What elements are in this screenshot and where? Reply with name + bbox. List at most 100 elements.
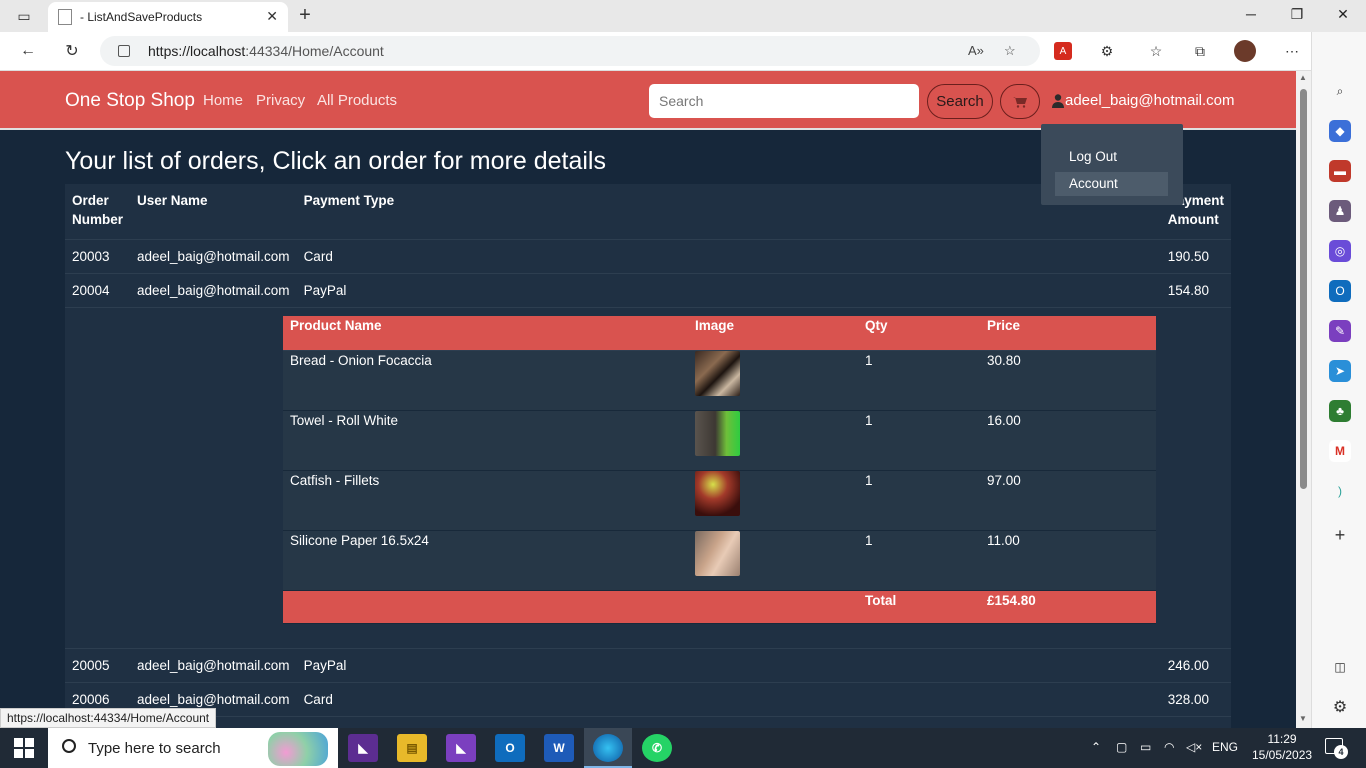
order-row[interactable]: 20003 adeel_baig@hotmail.com Card 190.50 (65, 239, 1231, 274)
scrollbar-thumb[interactable] (1300, 89, 1307, 489)
column-header-payment-type: Payment Type (296, 184, 1161, 240)
add-sidebar-app-icon[interactable]: + (1329, 524, 1351, 546)
pdf-extension-icon[interactable]: A (1052, 40, 1074, 62)
order-row[interactable]: 20007 adeel_baig@hotmail.com PayPal 250.… (65, 716, 1231, 728)
games-icon[interactable]: ♟ (1329, 200, 1351, 222)
input-language[interactable]: ENG (1212, 740, 1238, 754)
order-user: adeel_baig@hotmail.com (130, 273, 297, 308)
order-row[interactable]: 20004 adeel_baig@hotmail.com PayPal 154.… (65, 273, 1231, 308)
order-row[interactable]: 20006 adeel_baig@hotmail.com Card 328.00 (65, 682, 1231, 717)
new-tab-icon[interactable]: + (293, 4, 317, 27)
search-button[interactable]: Search (927, 84, 993, 119)
extension-app-icon[interactable]: ) (1329, 480, 1351, 502)
visual-studio-icon[interactable]: ◣ (348, 734, 378, 762)
tree-icon[interactable]: ♣ (1329, 400, 1351, 422)
order-user: adeel_baig@hotmail.com (130, 648, 297, 683)
brand-link[interactable]: One Stop Shop (65, 90, 195, 112)
nav-link-privacy[interactable]: Privacy (256, 92, 305, 109)
close-window-icon[interactable]: ✕ (1328, 6, 1358, 23)
minimize-icon[interactable]: ─ (1236, 6, 1266, 22)
product-price: 11.00 (980, 529, 1156, 591)
product-row: Towel - Roll White 1 16.00 (283, 409, 1156, 471)
whatsapp-icon[interactable]: ✆ (642, 734, 672, 762)
order-details-table: Product Name Image Qty Price Bread - Oni… (283, 316, 1156, 624)
settings-gear-icon[interactable]: ⚙ (1329, 696, 1351, 718)
hide-sidebar-icon[interactable]: ◫ (1329, 656, 1351, 678)
favorites-icon[interactable]: ☆ (1145, 40, 1167, 62)
product-image (695, 530, 740, 576)
add-favorite-icon[interactable]: ☆ (1004, 43, 1016, 59)
search-highlight-icon (268, 732, 328, 766)
search-input[interactable] (649, 84, 919, 118)
show-hidden-icons-icon[interactable]: ⌃ (1091, 740, 1101, 754)
word-icon[interactable]: W (544, 734, 574, 762)
account-menu-item[interactable]: Account (1055, 172, 1168, 196)
user-account-link[interactable]: adeel_baig@hotmail.com (1052, 92, 1235, 109)
details-header-row: Product Name Image Qty Price (283, 316, 1156, 350)
office-icon[interactable]: ◎ (1329, 240, 1351, 262)
browser-tab[interactable]: - ListAndSaveProducts ✕ (48, 2, 288, 32)
profile-avatar[interactable] (1234, 40, 1256, 62)
taskbar-search-box[interactable]: Type here to search (48, 728, 338, 768)
edge-sidebar: ⌕ ◆ ▬ ♟ ◎ O ✎ ➤ ♣ M ) + ◫ ⚙ (1311, 32, 1366, 728)
web-page: One Stop Shop Home Privacy All Products … (0, 71, 1296, 728)
total-label: Total (858, 589, 980, 624)
product-qty: 1 (858, 469, 980, 531)
back-icon[interactable]: ← (16, 40, 40, 62)
logout-menu-item[interactable]: Log Out (1055, 145, 1168, 169)
windows-taskbar: Type here to search ◣ ▤ ◣ O W ✆ ⌃ ▢ ▭ ◠ … (0, 728, 1366, 768)
visual-studio-preview-icon[interactable]: ◣ (446, 734, 476, 762)
order-payment-type: PayPal (296, 273, 1161, 308)
outlook-preview-icon[interactable]: O (495, 734, 525, 762)
product-image (695, 470, 740, 516)
more-options-icon[interactable]: ⋯ (1281, 40, 1303, 62)
system-clock[interactable]: 11:29 15/05/2023 (1252, 731, 1312, 763)
telegram-icon[interactable]: ➤ (1329, 360, 1351, 382)
orders-table: Order Number User Name Payment Type Paym… (65, 184, 1231, 728)
tab-actions-icon[interactable]: ▭ (12, 5, 36, 27)
tab-title: - ListAndSaveProducts (80, 10, 203, 24)
address-bar[interactable]: https://localhost:44334/Home/Account A» … (100, 36, 1040, 66)
site-navbar: One Stop Shop Home Privacy All Products … (0, 71, 1296, 130)
details-header-qty: Qty (858, 316, 980, 350)
collections-icon[interactable]: ⧉ (1189, 40, 1211, 62)
cart-button[interactable] (1000, 84, 1040, 119)
windows-start-icon[interactable] (14, 738, 34, 758)
nav-link-home[interactable]: Home (203, 92, 243, 109)
restore-icon[interactable]: ❐ (1282, 6, 1312, 23)
gmail-icon[interactable]: M (1329, 440, 1351, 462)
close-tab-icon[interactable]: ✕ (266, 8, 278, 25)
clock-time: 11:29 (1267, 732, 1297, 746)
order-amount: 246.00 (1160, 648, 1231, 683)
tools-icon[interactable]: ▬ (1329, 160, 1351, 182)
scroll-down-icon[interactable]: ▼ (1299, 714, 1307, 723)
product-row: Catfish - Fillets 1 97.00 (283, 469, 1156, 531)
product-price: 30.80 (980, 349, 1156, 411)
file-explorer-icon[interactable]: ▤ (397, 734, 427, 762)
clock-date: 15/05/2023 (1252, 748, 1313, 762)
scroll-up-icon[interactable]: ▲ (1299, 73, 1307, 82)
order-row[interactable]: 20005 adeel_baig@hotmail.com PayPal 246.… (65, 648, 1231, 683)
nav-link-all-products[interactable]: All Products (317, 92, 397, 109)
search-icon[interactable]: ⌕ (1329, 80, 1351, 102)
order-payment-type: Card (296, 682, 1161, 717)
edge-icon[interactable] (593, 734, 623, 762)
url-path: :44334/Home/Account (245, 43, 384, 59)
column-header-order-number: Order Number (65, 184, 131, 240)
outlook-icon[interactable]: O (1329, 280, 1351, 302)
product-name: Towel - Roll White (283, 409, 688, 471)
volume-muted-icon[interactable]: ◁× (1186, 740, 1202, 754)
url-host: https://localhost (148, 43, 246, 59)
page-title: Your list of orders, Click an order for … (65, 147, 606, 175)
user-icon (1052, 93, 1064, 108)
battery-icon[interactable]: ▭ (1140, 740, 1151, 754)
designer-icon[interactable]: ✎ (1329, 320, 1351, 342)
shopping-icon[interactable]: ◆ (1329, 120, 1351, 142)
refresh-icon[interactable]: ↻ (60, 40, 84, 62)
extensions-icon[interactable]: ⚙ (1096, 40, 1118, 62)
network-icon[interactable]: ◠ (1164, 740, 1174, 754)
details-header-product-name: Product Name (283, 316, 688, 350)
device-icon[interactable]: ▢ (1116, 740, 1127, 754)
page-scrollbar[interactable]: ▲ ▼ (1296, 71, 1311, 728)
read-aloud-icon[interactable]: A» (968, 43, 984, 58)
